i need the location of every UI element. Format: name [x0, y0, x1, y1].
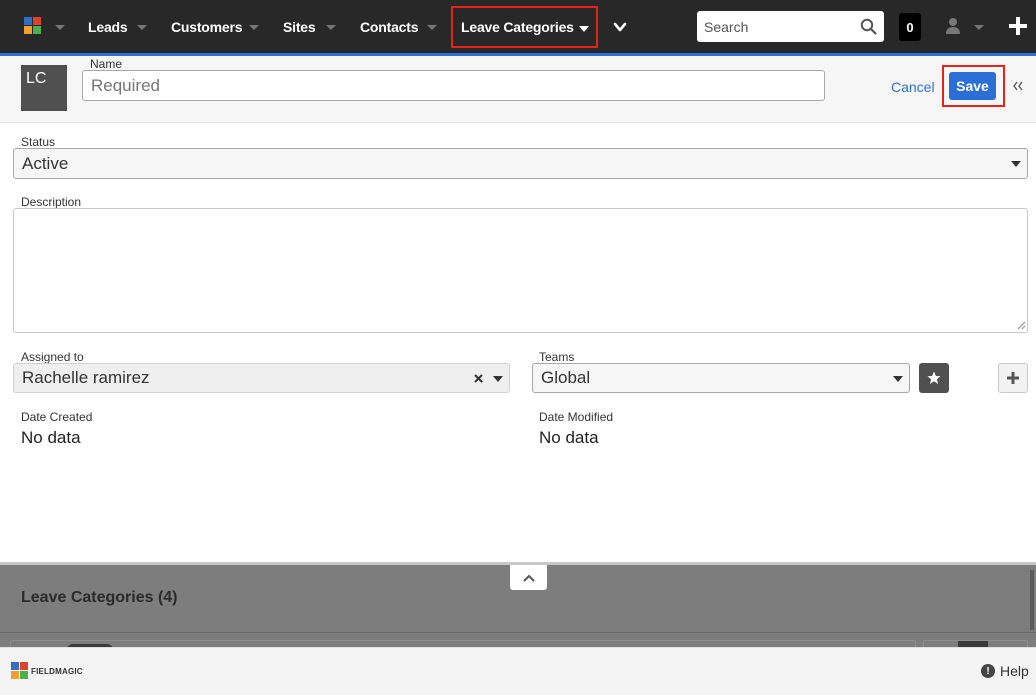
assigned-to-label: Assigned to: [21, 350, 84, 364]
date-modified-value: No data: [539, 428, 599, 447]
status-label: Status: [21, 135, 56, 149]
nav-item-label: Leads: [88, 18, 128, 35]
nav-item-leads[interactable]: Leads: [88, 0, 128, 53]
description-field[interactable]: [13, 208, 1028, 333]
assigned-to-select[interactable]: Rachelle ramirez: [13, 363, 510, 393]
app-logo-icon[interactable]: [24, 17, 42, 35]
chevron-down-icon[interactable]: [579, 26, 589, 32]
nav-item-label: Sites: [283, 18, 316, 35]
info-icon: !: [981, 664, 995, 678]
star-icon: [927, 371, 941, 384]
footer-logo[interactable]: FIELDMAGIC: [11, 662, 83, 680]
save-button[interactable]: Save: [949, 72, 996, 100]
name-field[interactable]: [82, 70, 825, 101]
avatar: LC: [21, 65, 67, 111]
help-label: Help: [1000, 663, 1029, 679]
nav-item-label: Customers: [171, 18, 243, 35]
subpanel-divider: [0, 632, 1036, 633]
chevron-up-icon: [522, 574, 535, 582]
nav-item-sites[interactable]: Sites: [283, 0, 316, 53]
global-search: [697, 11, 884, 42]
nav-item-contacts[interactable]: Contacts: [360, 0, 418, 53]
customers-dropdown-caret-icon[interactable]: [249, 25, 259, 30]
search-input[interactable]: [697, 11, 857, 42]
name-label: Name: [90, 57, 123, 71]
teams-value: Global: [541, 368, 591, 387]
resize-handle-icon[interactable]: [1016, 320, 1026, 330]
chevron-down-icon: [493, 376, 503, 382]
more-menu-chevron-icon[interactable]: [613, 20, 627, 34]
search-icon[interactable]: [860, 18, 877, 35]
notifications-badge[interactable]: 0: [899, 13, 921, 41]
contacts-dropdown-caret-icon[interactable]: [427, 25, 437, 30]
logo-dropdown-caret-icon[interactable]: [55, 25, 65, 30]
subpanel-title: Leave Categories (4): [21, 589, 178, 606]
plus-icon: [1007, 372, 1019, 384]
nav-item-customers[interactable]: Customers: [171, 0, 243, 53]
nav-active-label: Leave Categories: [461, 19, 574, 35]
footer-brand: FIELDMAGIC: [31, 666, 83, 676]
teams-select[interactable]: Global: [532, 363, 910, 393]
nav-item-label: Contacts: [360, 18, 419, 35]
date-modified-label: Date Modified: [539, 410, 614, 424]
subpanel-scrollbar[interactable]: [1030, 570, 1034, 630]
panel-toggle-button[interactable]: [510, 565, 547, 590]
footer: [0, 647, 1036, 695]
create-plus-icon[interactable]: [1009, 17, 1027, 35]
top-nav-bar: Leads Customers Sites Contacts Leave Cat…: [0, 0, 1036, 53]
user-menu-caret-icon[interactable]: [974, 25, 984, 30]
primary-team-button[interactable]: [919, 363, 949, 393]
sites-dropdown-caret-icon[interactable]: [326, 25, 336, 30]
record-header: LC Name Cancel Save: [0, 56, 1036, 123]
chevron-down-icon: [1011, 161, 1021, 167]
status-select[interactable]: Active: [13, 148, 1028, 179]
user-icon[interactable]: [945, 17, 961, 34]
assigned-to-value: Rachelle ramirez: [22, 368, 150, 387]
teams-label: Teams: [539, 350, 575, 364]
cancel-button[interactable]: Cancel: [891, 79, 935, 95]
save-highlight-frame: Save: [942, 65, 1005, 107]
nav-item-leave-categories[interactable]: Leave Categories: [451, 6, 598, 48]
leads-dropdown-caret-icon[interactable]: [137, 25, 147, 30]
double-chevron-left-icon[interactable]: [1013, 81, 1023, 91]
description-label: Description: [21, 195, 82, 209]
date-created-value: No data: [21, 428, 81, 447]
logo-blocks-icon: [11, 662, 29, 680]
add-team-button[interactable]: [998, 363, 1028, 393]
date-created-label: Date Created: [21, 410, 93, 424]
clear-x-icon[interactable]: [474, 374, 483, 383]
status-value: Active: [22, 153, 69, 173]
chevron-down-icon: [893, 376, 903, 382]
help-link[interactable]: ! Help: [981, 663, 1029, 679]
